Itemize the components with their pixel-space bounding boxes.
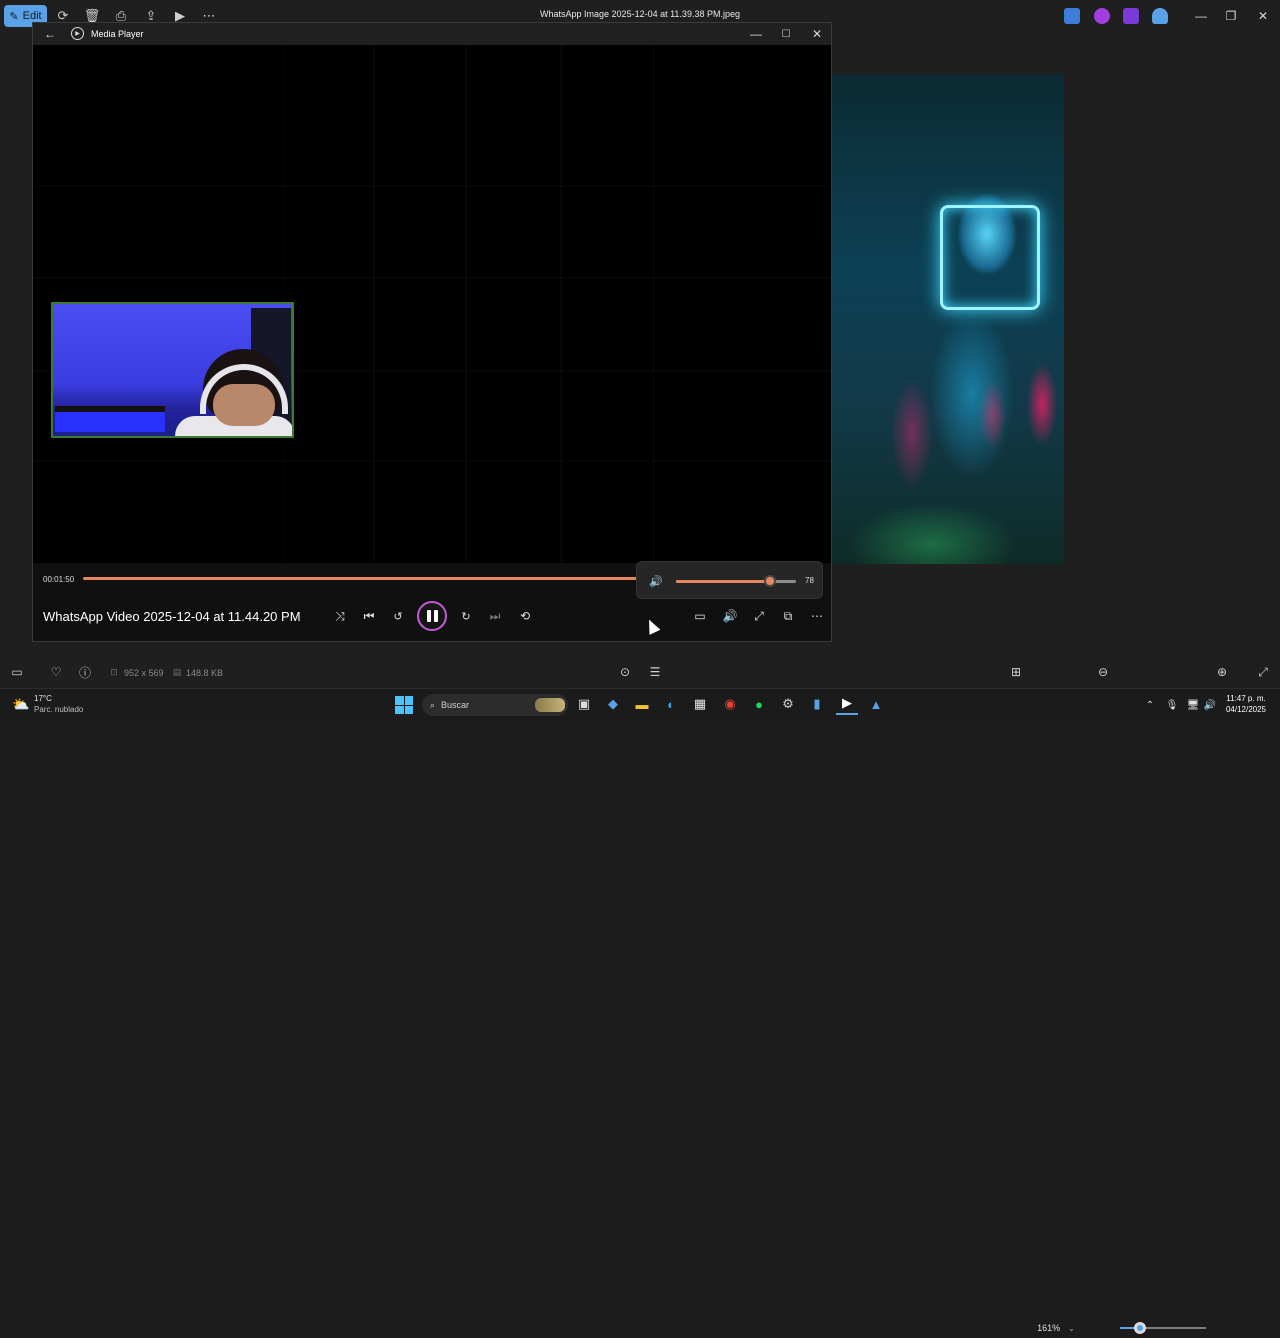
speaker-icon[interactable]: 🔊 [645,570,667,592]
dimensions-icon: ⊡ [110,666,118,677]
fullscreen-icon[interactable]: ⤢ [1252,661,1274,683]
edge-icon[interactable]: ◐ [660,693,682,715]
app-icon-2[interactable] [1094,8,1110,24]
taskbar: ⛅ 17°C Parc. nublado ⌕ Buscar ▣ ◆ ▬ ◐ ▦ … [0,688,1280,720]
seek-bar[interactable] [83,577,638,580]
media-player-titlebar: ← ▶ Media Player — ☐ ✕ [33,23,831,45]
media-player-window: ← ▶ Media Player — ☐ ✕ 00:01:50 WhatsApp… [32,22,832,642]
media-player-logo-icon: ▶ [71,27,84,40]
chevron-down-icon: ⌄ [1068,1323,1075,1333]
tray-overflow-icon[interactable]: ⌃ [1142,696,1158,714]
task-view-icon[interactable]: ▣ [573,693,595,715]
app-icon-3[interactable] [1123,8,1139,24]
filmstrip-icon[interactable]: ▭ [6,661,28,683]
speaker-tray-icon[interactable]: 🔊 [1202,696,1218,714]
minimize-icon[interactable]: — [1186,5,1216,27]
volume-flyout: 🔊 78 [636,561,823,599]
chrome-icon[interactable]: ◉ [719,693,741,715]
microphone-icon[interactable]: 🎙 [1164,696,1180,714]
pause-icon [426,610,431,622]
edit-icon: ✎ [9,10,19,23]
more-options-icon[interactable]: ⋯ [805,604,829,628]
shuffle-icon[interactable]: ⤨ [328,604,352,628]
file-size: 148.8 KB [186,668,224,678]
skip-back-10-icon[interactable]: ↺ [386,604,410,628]
search-icon: ⌕ [430,699,436,710]
clock-date[interactable]: 04/12/2025 [1218,705,1274,714]
photos-window-title: WhatsApp Image 2025-12-04 at 11.39.38 PM… [540,9,740,19]
photos-taskbar-icon[interactable]: ▲ [865,693,887,715]
pause-button[interactable] [417,601,447,631]
volume-slider-thumb[interactable] [763,575,776,587]
app-blue-icon[interactable]: ▮ [806,693,828,715]
image-dimensions: 952 x 569 [124,668,164,678]
settings-gear-icon[interactable]: ⚙ [777,693,799,715]
weather-cloud-icon[interactable]: ⛅ [12,695,30,713]
video-surface[interactable] [33,45,831,585]
widgets-icon[interactable]: ◆ [602,693,624,715]
fit-to-window-icon[interactable]: ⊞ [1005,661,1027,683]
weather-description[interactable]: Parc. nublado [34,705,83,714]
media-player-taskbar-icon[interactable]: ▶ [836,693,858,715]
next-icon[interactable]: ⏭ [483,604,507,628]
close-icon[interactable]: ✕ [1248,5,1278,27]
mp-maximize-icon[interactable]: ☐ [771,23,801,45]
restore-icon[interactable]: ❐ [1216,5,1246,27]
previous-icon[interactable]: ⏮ [357,604,381,628]
photo-neon-sign [940,205,1040,310]
media-player-app-title: Media Player [91,29,144,39]
video-webcam-overlay [51,302,294,438]
volume-slider-fill [676,580,770,583]
zoom-dropdown[interactable]: 161% ⌄ [1030,1318,1082,1338]
webcam-led-strip [55,412,165,432]
file-explorer-icon[interactable]: ▬ [631,693,653,715]
back-arrow-icon[interactable]: ← [39,23,61,45]
start-windows-icon[interactable] [395,696,413,714]
skip-forward-30-icon[interactable]: ↻ [454,604,478,628]
zoom-slider-thumb[interactable] [1133,1322,1146,1334]
zoom-in-icon[interactable]: ⊕ [1211,661,1233,683]
volume-icon[interactable]: 🔊 [718,604,742,628]
repeat-icon[interactable]: ⟲ [513,604,537,628]
app-icon-1[interactable] [1064,8,1080,24]
mp-minimize-icon[interactable]: — [741,23,771,45]
spotify-icon[interactable]: ● [748,693,770,715]
zoom-out-icon[interactable]: ⊖ [1092,661,1114,683]
fullscreen-toggle-icon[interactable]: ⤢ [747,604,771,628]
compare-icon[interactable]: ☰ [644,661,666,683]
mp-close-icon[interactable]: ✕ [802,23,832,45]
network-icon[interactable]: 🖥 [1185,696,1201,714]
volume-value: 78 [805,576,814,585]
photos-statusbar: ▭ ♡ ⓘ ⊡ 952 x 569 ▤ 148.8 KB ⊙ ☰ ⊞ 161% … [0,656,1280,1334]
pause-icon-bar [433,610,438,622]
photo-viewer-image [832,74,1064,564]
search-highlight-image [535,698,565,712]
filesize-icon: ▤ [172,666,182,677]
search-placeholder: Buscar [441,700,470,710]
video-title: WhatsApp Video 2025-12-04 at 11.44.20 PM [43,609,301,624]
edit-button-label: Edit [22,10,42,22]
info-icon[interactable]: ⓘ [74,661,96,683]
store-icon[interactable]: ▦ [689,693,711,715]
zoom-value: 161% [1037,1323,1061,1333]
visual-search-icon[interactable]: ⊙ [614,661,636,683]
onedrive-icon[interactable] [1152,8,1168,24]
elapsed-time: 00:01:50 [43,575,75,584]
weather-temperature[interactable]: 17°C [34,694,52,703]
miniplayer-icon[interactable]: ⧉ [776,604,800,628]
favorite-icon[interactable]: ♡ [45,661,67,683]
subtitles-icon[interactable]: ▭ [688,604,712,628]
clock-time[interactable]: 11:47 p. m. [1218,694,1274,703]
